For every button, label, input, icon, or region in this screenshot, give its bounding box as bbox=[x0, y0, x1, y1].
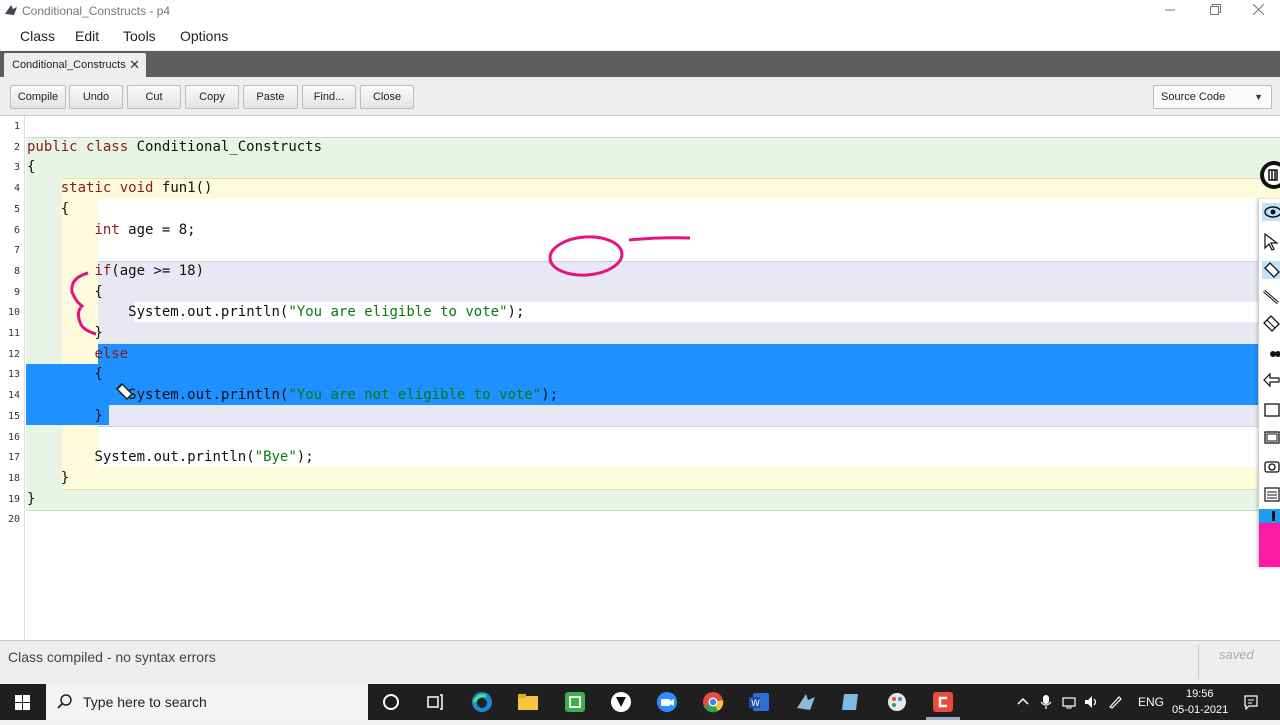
line-tool-icon[interactable] bbox=[1262, 287, 1280, 305]
menu-class[interactable]: Class bbox=[20, 28, 55, 44]
menu-edit[interactable]: Edit bbox=[75, 28, 99, 44]
status-message: Class compiled - no syntax errors bbox=[8, 649, 216, 665]
maximize-button[interactable] bbox=[1193, 0, 1237, 22]
swatch-marker bbox=[1272, 511, 1275, 521]
chrome-icon[interactable] bbox=[701, 690, 725, 714]
menu-options[interactable]: Options bbox=[180, 28, 228, 44]
pen-icon[interactable] bbox=[1262, 261, 1280, 279]
language-indicator[interactable]: ENG bbox=[1138, 695, 1164, 709]
title-bar: Conditional_Constructs - p4 bbox=[0, 0, 1280, 22]
color-swatch-pink[interactable] bbox=[1259, 523, 1280, 567]
inkscape-icon[interactable] bbox=[609, 690, 633, 714]
view-select[interactable]: Source Code ▼ bbox=[1153, 85, 1272, 109]
camtasia-icon[interactable] bbox=[563, 690, 587, 714]
clock-time[interactable]: 19:56 bbox=[1186, 688, 1214, 700]
volume-icon[interactable] bbox=[1083, 694, 1099, 710]
status-divider bbox=[1198, 645, 1199, 679]
tab-label: Conditional_Constructs bbox=[12, 59, 126, 71]
taskbar-search-box[interactable]: Type here to search bbox=[46, 684, 368, 720]
chevron-up-icon[interactable] bbox=[1016, 695, 1030, 709]
clock-date[interactable]: 05-01-2021 bbox=[1172, 704, 1228, 716]
close-icon bbox=[1252, 3, 1264, 16]
paint-icon[interactable] bbox=[885, 690, 909, 714]
color-swatch-blue[interactable] bbox=[1259, 509, 1280, 523]
camera-icon[interactable] bbox=[1262, 457, 1280, 475]
search-placeholder: Type here to search bbox=[83, 694, 207, 710]
windows-taskbar: Type here to search W ENG 19:56 05-01-20… bbox=[0, 684, 1280, 720]
windows-logo-icon bbox=[15, 695, 30, 710]
word-icon[interactable]: W bbox=[747, 690, 771, 714]
menu-lines-icon[interactable] bbox=[1262, 485, 1280, 503]
eye-icon[interactable] bbox=[1262, 203, 1280, 221]
whiteboard-icon[interactable] bbox=[1262, 401, 1280, 419]
find-button[interactable]: Find... bbox=[302, 85, 356, 109]
menu-tools[interactable]: Tools bbox=[123, 28, 156, 44]
ink-annotations bbox=[70, 235, 691, 336]
editor-toolbar: Compile Undo Cut Copy Paste Find... Clos… bbox=[0, 77, 1280, 116]
restore-icon bbox=[1209, 4, 1221, 15]
minimize-icon bbox=[1165, 9, 1175, 11]
file-explorer-icon[interactable] bbox=[516, 690, 540, 714]
cortana-icon[interactable] bbox=[379, 690, 403, 714]
search-icon bbox=[57, 694, 72, 709]
undo-arrow-icon[interactable] bbox=[1262, 371, 1280, 389]
recorder-app-icon[interactable] bbox=[931, 690, 955, 714]
task-view-icon[interactable] bbox=[423, 690, 447, 714]
close-button[interactable]: Close bbox=[360, 85, 414, 109]
cut-button[interactable]: Cut bbox=[127, 85, 181, 109]
window-title: Conditional_Constructs - p4 bbox=[22, 4, 171, 18]
pointer-icon[interactable] bbox=[1262, 233, 1280, 251]
eraser-icon[interactable] bbox=[1262, 314, 1280, 332]
tab-conditional-constructs[interactable]: Conditional_Constructs ✕ bbox=[4, 53, 146, 77]
start-button[interactable] bbox=[0, 684, 46, 720]
view-select-value: Source Code bbox=[1161, 91, 1226, 103]
notepad-icon[interactable] bbox=[839, 690, 863, 714]
ink-brace bbox=[70, 271, 97, 336]
code-editor[interactable]: 1 2 3 4 5 6 7 8 9 10 11 12 13 14 15 16 17 18 19 20 public c… bbox=[0, 116, 1280, 640]
compile-button[interactable]: Compile bbox=[10, 85, 66, 109]
minimize-button[interactable] bbox=[1148, 0, 1192, 22]
pen-cursor-icon bbox=[115, 382, 134, 401]
menu-bar: Class Edit Tools Options bbox=[0, 22, 1280, 50]
zoom-icon[interactable] bbox=[655, 690, 679, 714]
undo-button[interactable]: Undo bbox=[69, 85, 123, 109]
close-window-button[interactable] bbox=[1236, 0, 1280, 22]
edge-browser-icon[interactable] bbox=[470, 690, 494, 714]
network-icon[interactable] bbox=[1061, 694, 1077, 710]
status-bar: Class compiled - no syntax errors saved bbox=[0, 640, 1280, 685]
ink-toolbar bbox=[1258, 199, 1280, 567]
pen-tray-icon[interactable] bbox=[1107, 694, 1123, 710]
tab-close-icon[interactable]: ✕ bbox=[129, 57, 140, 73]
ink-circle bbox=[548, 235, 624, 277]
chevron-down-icon: ▼ bbox=[1254, 92, 1263, 102]
paste-button[interactable]: Paste bbox=[243, 85, 298, 109]
dots-icon[interactable] bbox=[1262, 345, 1280, 363]
tab-strip: Conditional_Constructs ✕ bbox=[0, 51, 1280, 77]
copy-button[interactable]: Copy bbox=[185, 85, 239, 109]
svg-text:W: W bbox=[751, 699, 760, 709]
notification-icon[interactable] bbox=[1243, 694, 1259, 710]
blackboard-icon[interactable] bbox=[1262, 429, 1280, 447]
ink-line bbox=[628, 236, 691, 242]
saved-indicator: saved bbox=[1219, 647, 1254, 662]
ink-toolbar-toggle-icon[interactable] bbox=[1257, 160, 1280, 190]
microphone-icon[interactable] bbox=[1039, 694, 1053, 710]
bluej-app-icon bbox=[5, 5, 17, 15]
bluej-icon[interactable] bbox=[794, 690, 818, 714]
